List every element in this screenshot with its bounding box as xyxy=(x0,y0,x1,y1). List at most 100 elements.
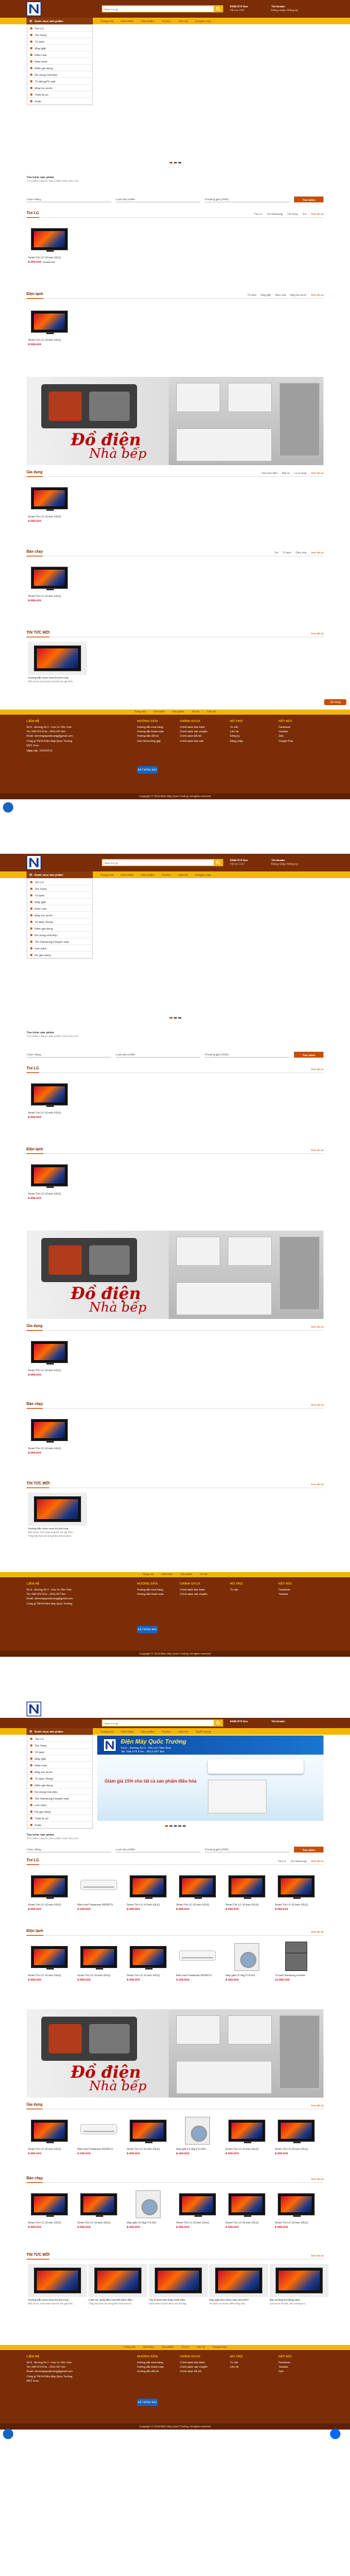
product-card[interactable]: Smart Tivi LG 43 inch 43UQ 8.990.000 xyxy=(28,2187,71,2229)
section-tab[interactable]: Nồi cơm điện xyxy=(262,472,277,475)
product-card[interactable]: Smart Tivi LG 43 inch 43UQ 8.990.000 xyxy=(28,1869,71,1911)
section-tab[interactable]: Lò vi sóng xyxy=(294,472,306,475)
site-logo[interactable] xyxy=(27,855,41,870)
footer-link[interactable]: Liên hệ xyxy=(230,2366,242,2368)
section-tab[interactable]: Tivi LG xyxy=(254,213,262,216)
view-all-link[interactable]: Xem tất cả xyxy=(311,1149,323,1152)
brand-select[interactable]: Chọn hãng xyxy=(27,1052,111,1058)
category-item[interactable]: Tủ lạnh xyxy=(27,38,92,45)
facebook-link[interactable]: Facebook xyxy=(279,726,293,729)
footer-link[interactable]: Hướng dẫn đổi trả xyxy=(137,735,164,737)
footer-link[interactable]: Tư vấn xyxy=(230,1588,242,1591)
category-item[interactable]: Đồ gia dụng xyxy=(27,1808,92,1815)
product-card[interactable]: Máy giặt LG 9kg FV1409 8.490.000 xyxy=(127,2187,169,2229)
nav-link[interactable]: Sản phẩm xyxy=(141,873,154,877)
floating-cart-button[interactable]: Giỏ hàng xyxy=(324,699,346,705)
product-card[interactable]: Điều hòa Panasonic 9000BTU 9.290.000 xyxy=(77,2114,120,2155)
nav-link[interactable]: Sản phẩm xyxy=(141,1730,154,1733)
category-item[interactable]: Tủ lạnh xyxy=(27,892,92,899)
category-item[interactable]: Thiết bị số xyxy=(27,1815,92,1822)
category-item[interactable]: Điện gia dụng xyxy=(27,925,92,932)
product-card[interactable]: Smart Tivi LG 43 inch 43UQ 8.990.000 xyxy=(275,1869,318,1911)
section-tab[interactable]: Máy lọc nước xyxy=(290,294,307,297)
view-all-link[interactable]: Xem tất cả xyxy=(311,472,323,475)
category-item[interactable]: Tivi Sony xyxy=(27,1742,92,1749)
footer-link[interactable]: Chính sách bảo hành xyxy=(180,726,208,729)
category-item[interactable]: Tivi LG xyxy=(27,25,92,32)
footer-link[interactable]: Hướng dẫn thanh toán xyxy=(137,730,164,733)
search-button[interactable] xyxy=(214,860,223,866)
footer-link[interactable]: Chính sách vận chuyển xyxy=(180,2366,208,2368)
footer-link[interactable]: Chính sách vận chuyển xyxy=(180,730,208,733)
footer-link[interactable]: Hướng dẫn mua hàng xyxy=(137,1588,164,1591)
news-card[interactable]: Hướng dẫn chọn mua tivi phù hợp Một số lư… xyxy=(28,2264,87,2305)
product-card[interactable]: Smart Tivi LG 43 inch 43UQ 8.990.000 xyxy=(77,1940,120,1981)
type-select[interactable]: Loại sản phẩm xyxy=(116,197,200,202)
product-card[interactable]: Smart Tivi LG 43 inch 43UQ 8.990.000 xyxy=(225,1869,268,1911)
nav-link[interactable]: Tuyển dụng xyxy=(195,1730,211,1733)
category-item[interactable]: Tivi Sony xyxy=(27,32,92,38)
category-item[interactable]: Máy lọc nước xyxy=(27,1769,92,1775)
slider-dot[interactable] xyxy=(173,1825,177,1827)
product-card[interactable]: Smart Tivi LG 43 inch 43UQ 8.990.000 xyxy=(28,1335,71,1376)
zalo-link[interactable]: Zalo xyxy=(279,735,293,737)
section-tab[interactable]: Tivi LG xyxy=(278,1860,286,1863)
footer-link[interactable]: Giới thiệu xyxy=(161,1573,173,1576)
price-select[interactable]: Khoảng giá (VNĐ) xyxy=(205,1052,290,1058)
product-card[interactable]: Smart Tivi LG 43 inch 43UQ 8.990.000 xyxy=(176,1869,219,1911)
product-card[interactable]: Smart Tivi LG 43 inch 43UQ 8.990.000 xyxy=(127,1940,169,1981)
section-tab[interactable]: Bếp từ xyxy=(282,472,290,475)
slider-dot[interactable] xyxy=(178,162,181,163)
news-card[interactable]: Cách sử dụng điều hòa tiết kiệm điện Tổng… xyxy=(88,2264,147,2305)
footer-link[interactable]: Đăng ký xyxy=(230,735,243,737)
view-all-link[interactable]: Xem tất cả xyxy=(311,632,323,635)
kitchen-banner[interactable]: Đồ điện Nhà bếp xyxy=(27,1231,323,1319)
footer-link[interactable]: Trang chủ xyxy=(124,2346,136,2349)
section-tab[interactable]: Tivi Sony xyxy=(287,213,298,216)
search-input[interactable] xyxy=(102,860,214,866)
site-logo[interactable] xyxy=(27,1,41,16)
product-card[interactable]: Điều hòa Panasonic 9000BTU 9.290.000 xyxy=(176,1940,219,1981)
google-plus-link[interactable]: Google Plus xyxy=(279,740,293,743)
footer-link[interactable]: Câu hỏi thường gặp xyxy=(137,740,164,743)
news-card[interactable]: Bảo dưỡng tivi đúng cách Các bước vệ sinh… xyxy=(270,2264,329,2305)
search-button[interactable] xyxy=(214,6,223,12)
view-all-link[interactable]: Xem tất cả xyxy=(311,1404,323,1406)
product-card[interactable]: Smart Tivi LG 43 inch 43UQ 8.990.000 xyxy=(28,1413,71,1454)
footer-link[interactable]: Hướng dẫn thanh toán xyxy=(137,2366,164,2368)
registered-badge[interactable]: ĐÃ THÔNG BÁO xyxy=(137,2399,158,2406)
facebook-link[interactable]: Facebook xyxy=(279,1588,292,1591)
section-tab[interactable]: Điều hòa xyxy=(275,294,285,297)
category-item[interactable]: Thiết bị số xyxy=(27,91,92,98)
category-item[interactable]: Tủ đông/Tủ mát xyxy=(27,78,92,85)
product-card[interactable]: Máy giặt LG 9kg FV1409 8.490.000 xyxy=(225,1940,268,1981)
section-tab[interactable]: Tủ lạnh xyxy=(248,294,256,297)
nav-link[interactable]: Giới thiệu xyxy=(121,1730,133,1733)
news-card[interactable]: Máy giặt cửa trước hay cửa trên? So sánh … xyxy=(209,2264,268,2305)
category-item[interactable]: Máy giặt xyxy=(27,45,92,52)
nav-link[interactable]: Liên hệ xyxy=(178,1730,188,1733)
footer-link[interactable]: Sản phẩm xyxy=(172,710,184,713)
slider-dot[interactable] xyxy=(169,162,172,163)
category-item[interactable]: Tivi Samsung Khuyến mại xyxy=(27,1795,92,1802)
footer-link[interactable]: Chính sách bảo hành xyxy=(180,1588,208,1591)
footer-link[interactable]: Hướng dẫn thanh toán xyxy=(137,1593,164,1596)
footer-link[interactable]: Liên hệ xyxy=(230,730,243,733)
section-tab[interactable]: Máy giặt xyxy=(261,294,271,297)
category-item[interactable]: Đồ gia dụng xyxy=(27,952,92,958)
search-input[interactable] xyxy=(102,1720,214,1726)
product-card[interactable]: Smart Tivi LG 43 inch 43UQ 8.990.000 10.9… xyxy=(28,222,71,264)
category-item[interactable]: Tivi Sony xyxy=(27,885,92,892)
nav-link[interactable]: Trang chủ xyxy=(100,873,113,877)
footer-link[interactable]: Giới thiệu xyxy=(143,2346,155,2349)
footer-link[interactable]: Chính sách bảo mật xyxy=(180,740,208,743)
nav-link[interactable]: Trang chủ xyxy=(100,19,113,23)
section-tab[interactable]: Tivi Samsung xyxy=(267,213,283,216)
product-card[interactable]: Smart Tivi LG 43 inch 43UQ 8.990.000 xyxy=(28,1940,71,1981)
search-input[interactable] xyxy=(102,6,214,12)
registered-badge[interactable]: ĐÃ THÔNG BÁO xyxy=(137,766,158,774)
account-link[interactable]: Tài khoản xyxy=(271,1719,285,1723)
youtube-link[interactable]: Youtube xyxy=(279,2366,292,2368)
view-all-link[interactable]: Xem tất cả xyxy=(311,2178,323,2181)
hero-slider[interactable]: Điện Máy Quốc Trưởng Số 8 - Đường Số 2 -… xyxy=(97,1735,323,1821)
